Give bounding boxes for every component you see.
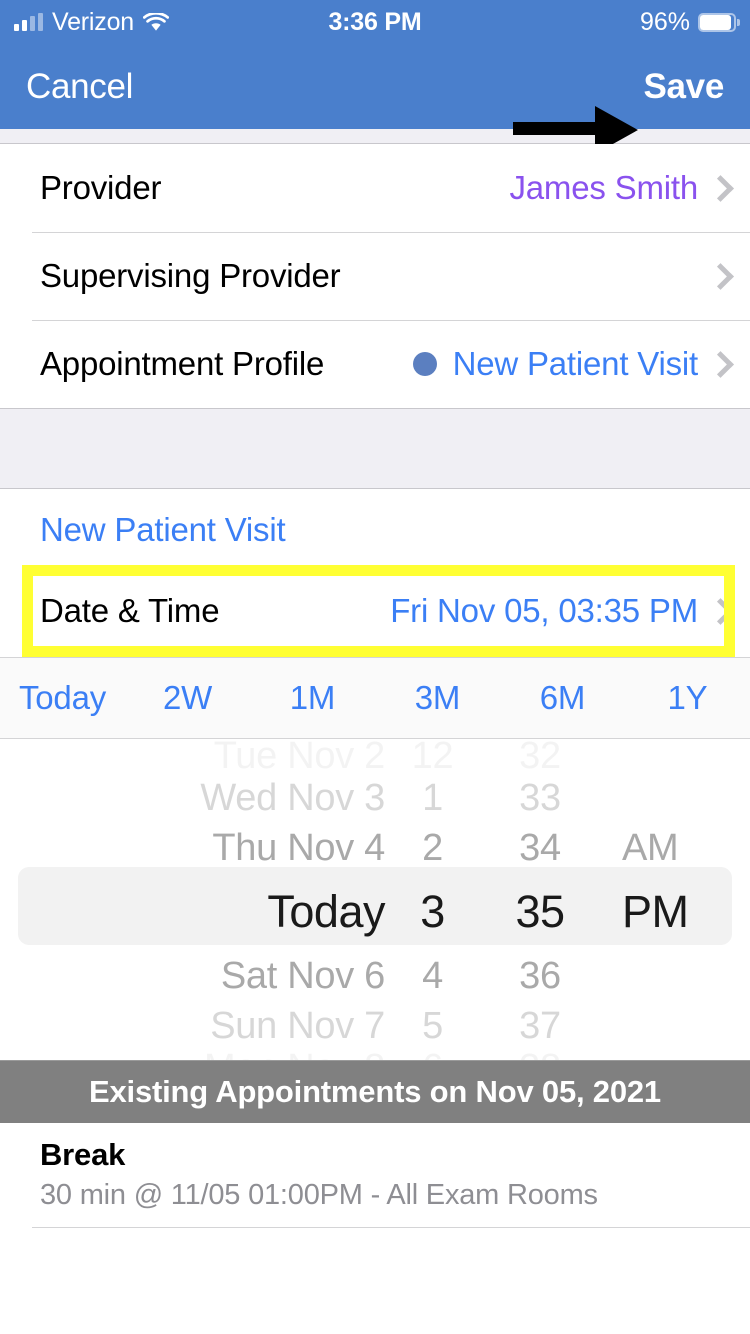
row-appointment-profile-right: New Patient Visit xyxy=(412,345,726,383)
picker-day-cell-selected: Today xyxy=(267,886,385,937)
appointment-subtitle: 30 min @ 11/05 01:00PM - All Exam Rooms xyxy=(40,1179,598,1211)
row-provider[interactable]: Provider James Smith xyxy=(0,144,750,232)
datetime-row-wrapper: Date & Time Fri Nov 05, 03:35 PM xyxy=(0,565,750,657)
picker-hour-cell: 5 xyxy=(422,1004,443,1047)
battery-icon xyxy=(698,12,740,32)
picker-row[interactable]: Sun Nov 7 5 37 xyxy=(0,1001,750,1051)
cancel-button[interactable]: Cancel xyxy=(26,67,133,107)
datetime-picker-wheel[interactable]: Tue Nov 2 12 32 Wed Nov 3 1 33 Thu Nov 4… xyxy=(0,739,750,1061)
row-date-time[interactable]: Date & Time Fri Nov 05, 03:35 PM xyxy=(0,565,750,657)
row-date-time-value: Fri Nov 05, 03:35 PM xyxy=(390,592,698,629)
section-gap-middle xyxy=(0,409,750,489)
row-supervising-provider-right xyxy=(698,263,726,290)
status-bar-right: 96% xyxy=(639,7,740,37)
profile-color-dot-icon xyxy=(412,352,437,376)
picker-row[interactable]: Tue Nov 2 12 32 xyxy=(0,739,750,777)
quick-range-tabs: Today 2W 1M 3M 6M 1Y xyxy=(0,657,750,739)
chevron-right-icon xyxy=(710,175,726,202)
picker-minute-cell: 37 xyxy=(519,1004,561,1047)
quick-range-1m[interactable]: 1M xyxy=(250,679,375,717)
picker-day-cell: Sat Nov 6 xyxy=(220,954,385,997)
picker-minute-cell-selected: 35 xyxy=(515,886,565,937)
picker-minute-cell: 32 xyxy=(519,739,561,777)
row-appointment-profile-value: New Patient Visit xyxy=(452,345,699,382)
row-date-time-right: Fri Nov 05, 03:35 PM xyxy=(390,592,726,630)
row-appointment-profile-label: Appointment Profile xyxy=(40,345,325,382)
picker-day-cell: Thu Nov 4 xyxy=(212,826,385,869)
quick-range-1y[interactable]: 1Y xyxy=(625,679,750,717)
picker-minute-cell: 38 xyxy=(480,1047,600,1061)
row-appointment-profile[interactable]: Appointment Profile New Patient Visit xyxy=(0,320,750,408)
picker-day-cell: Mon Nov 8 xyxy=(0,1047,385,1061)
picker-meridiem-cell: AM xyxy=(622,826,679,869)
quick-range-today[interactable]: Today xyxy=(0,679,125,717)
chevron-right-icon xyxy=(710,351,726,378)
picker-day-cell: Wed Nov 3 xyxy=(200,776,385,819)
picker-hour-cell-selected: 3 xyxy=(420,886,445,937)
picker-row[interactable]: Wed Nov 3 1 33 xyxy=(0,773,750,823)
picker-hour-cell: 4 xyxy=(422,954,443,997)
picker-hour-cell: 1 xyxy=(422,776,443,819)
picker-day-cell: Tue Nov 2 xyxy=(213,739,386,777)
quick-range-6m[interactable]: 6M xyxy=(500,679,625,717)
chevron-right-icon xyxy=(710,263,726,290)
save-button[interactable]: Save xyxy=(643,67,724,107)
row-supervising-provider[interactable]: Supervising Provider xyxy=(0,232,750,320)
picker-hour-cell: 6 xyxy=(385,1047,480,1061)
navigation-bar: Cancel Save xyxy=(0,44,750,154)
picker-minute-cell: 36 xyxy=(519,954,561,997)
quick-range-2w[interactable]: 2W xyxy=(125,679,250,717)
picker-row[interactable]: Sat Nov 6 4 36 xyxy=(0,951,750,1001)
existing-appointments-header: Existing Appointments on Nov 05, 2021 xyxy=(0,1061,750,1123)
chevron-right-icon xyxy=(710,598,726,625)
picker-row[interactable]: Thu Nov 4 2 34 AM xyxy=(0,823,750,873)
picker-meridiem-cell-selected: PM xyxy=(622,886,689,937)
row-provider-value: James Smith xyxy=(509,169,698,206)
status-bar: Verizon 3:36 PM 96% xyxy=(0,0,750,44)
picker-rows: Tue Nov 2 12 32 Wed Nov 3 1 33 Thu Nov 4… xyxy=(0,739,750,1061)
quick-range-3m[interactable]: 3M xyxy=(375,679,500,717)
status-bar-clock: 3:36 PM xyxy=(328,7,422,36)
row-provider-right: James Smith xyxy=(509,169,726,207)
picker-minute-cell: 34 xyxy=(519,826,561,869)
picker-day-cell: Sun Nov 7 xyxy=(210,1004,385,1047)
appointment-list-item[interactable]: Break 30 min @ 11/05 01:00PM - All Exam … xyxy=(0,1123,750,1228)
row-date-time-label: Date & Time xyxy=(40,592,220,629)
picker-hour-cell: 12 xyxy=(411,739,454,777)
picker-row-selected[interactable]: Today 3 35 PM xyxy=(0,873,750,951)
row-supervising-provider-label: Supervising Provider xyxy=(40,257,341,294)
picker-hour-cell: 2 xyxy=(422,826,443,869)
picker-row[interactable]: Mon Nov 8 6 38 xyxy=(0,1047,750,1061)
row-provider-label: Provider xyxy=(40,169,162,206)
provider-form-group: Provider James Smith Supervising Provide… xyxy=(0,143,750,409)
battery-percent-label: 96% xyxy=(639,7,690,36)
appointment-title: Break xyxy=(40,1137,126,1172)
picker-minute-cell: 33 xyxy=(519,776,561,819)
app-screen: Verizon 3:36 PM 96% Cancel Save Provider… xyxy=(0,0,750,1334)
visit-section-title: New Patient Visit xyxy=(0,489,750,565)
